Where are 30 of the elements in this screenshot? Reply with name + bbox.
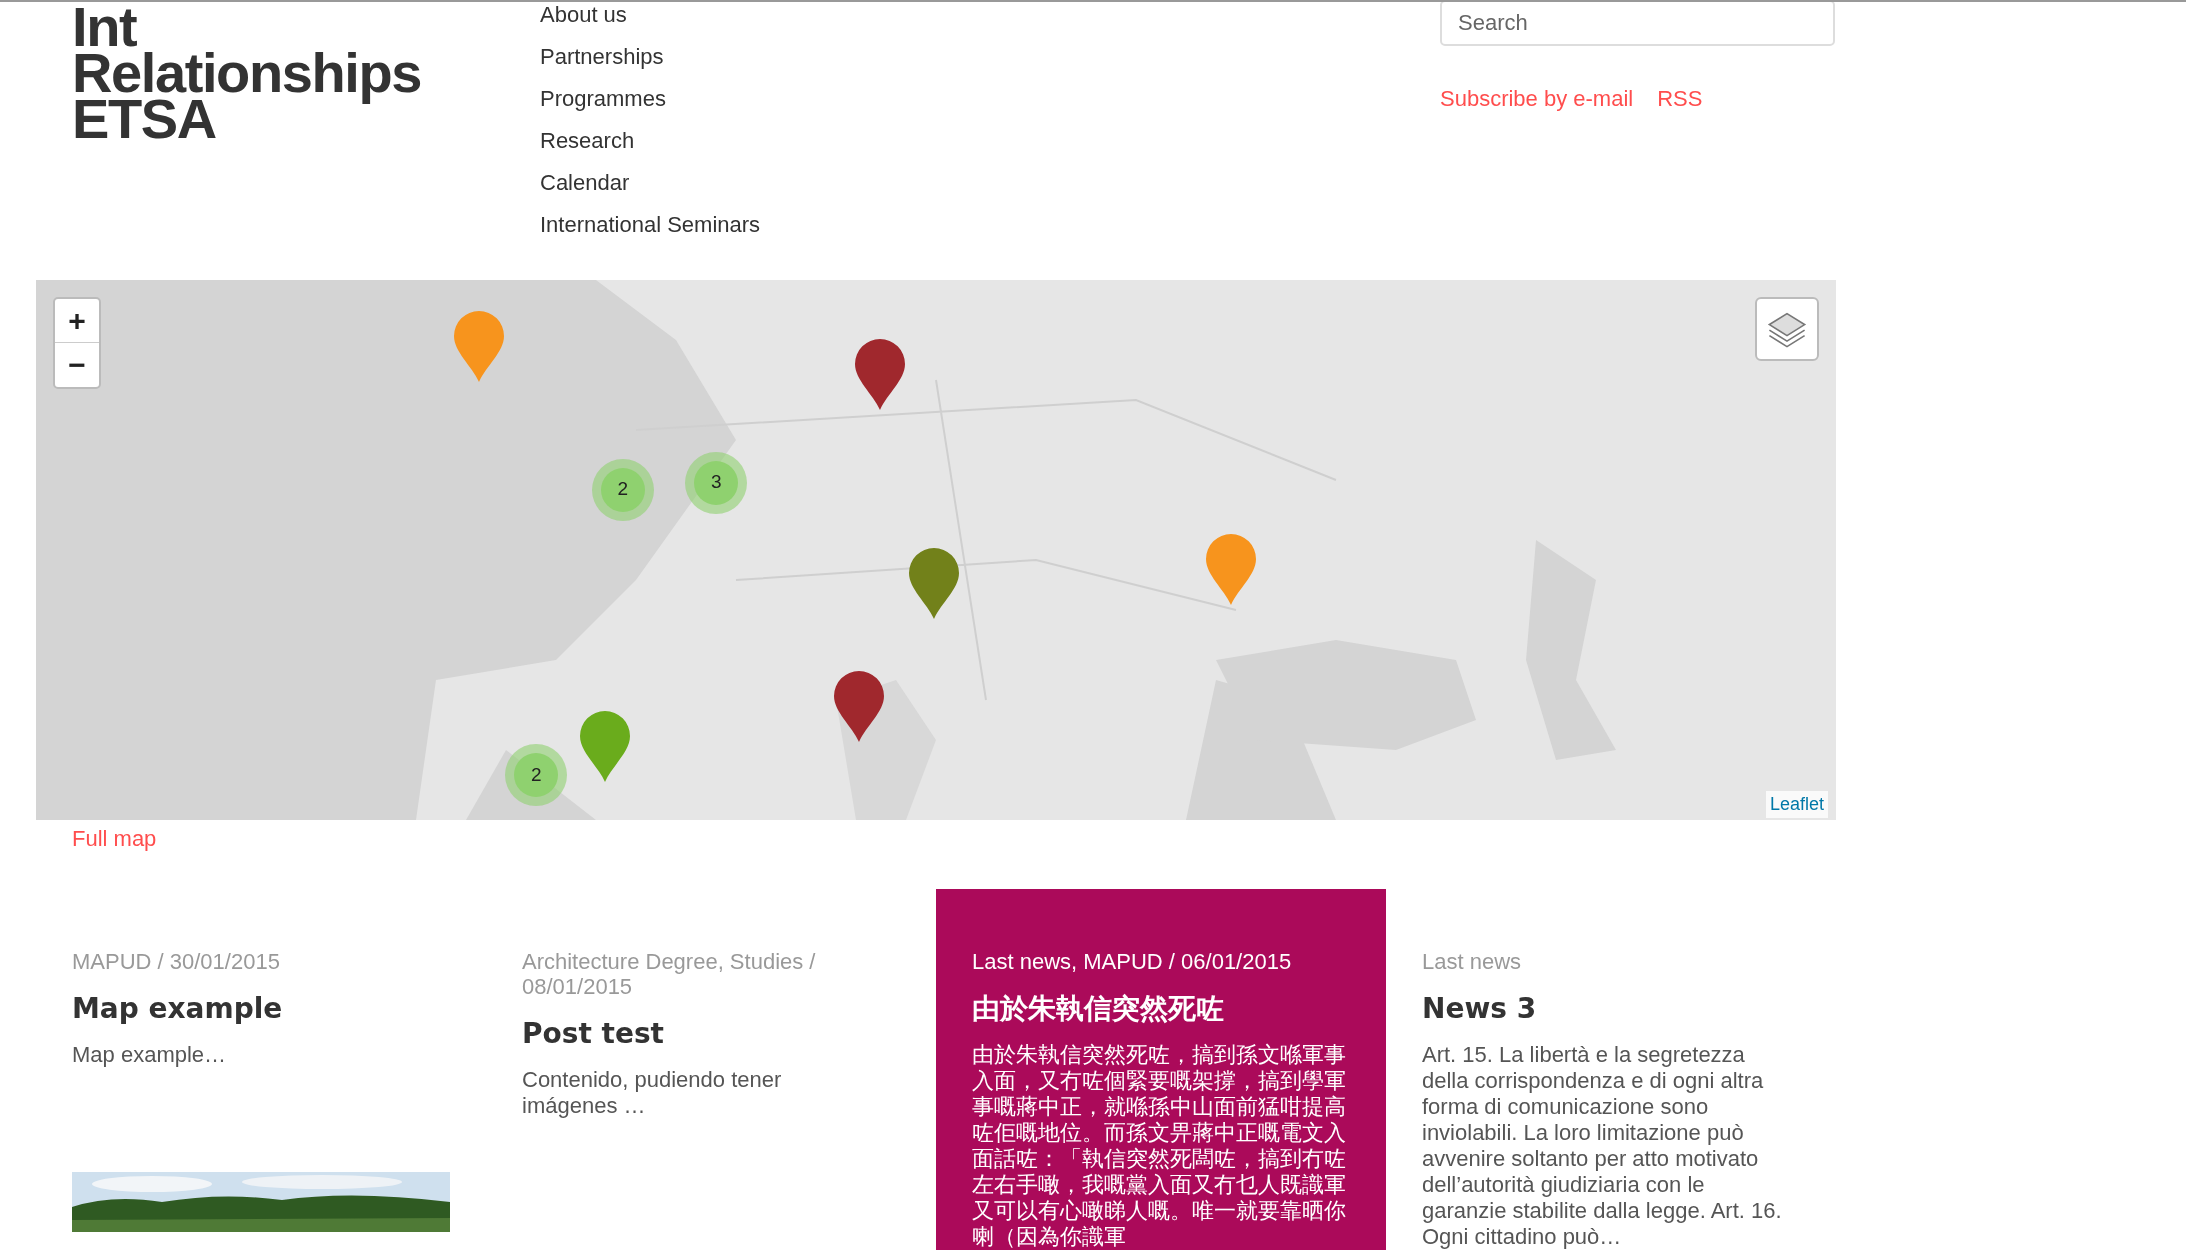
nav-link[interactable]: About us [540, 2, 627, 44]
post-meta: Architecture Degree, Studies / 08/01/2015 [522, 949, 817, 999]
nav-link[interactable]: International Seminars [540, 212, 761, 254]
zoom-out-button[interactable]: − [55, 343, 99, 387]
post-excerpt: 由於朱執信突然死咗，搞到孫文喺軍事入面，又冇咗個緊要嘅架撐，搞到學軍事嘅蔣中正，就喺孫中山面前猛咁提高咗佢嘅地位。而孫文畀蔣中正嘅電文入面話咗：「執信突然死闆咗，搞到冇咗左右手噉，我嘅黨入面又冇乜人既識軍又可以有心噉睇人嘅。唯一就要靠晒你喇（因為你識軍 [972, 1042, 1347, 1250]
attribution-link[interactable]: Leaflet [1765, 791, 1828, 818]
marker-cluster[interactable]: 2 [505, 744, 568, 807]
post-excerpt: Contenido, pudiendo tener imágenes … [522, 1067, 783, 1119]
map-pin-icon[interactable] [853, 337, 908, 410]
nav-link[interactable]: Research [540, 128, 635, 170]
post-meta: Last news, MAPUD / 06/01/2015 [972, 949, 1293, 974]
post-title[interactable]: Map example [72, 988, 432, 1030]
marker-cluster[interactable]: 3 [685, 451, 748, 514]
post-title[interactable]: 由於朱執信突然死咗 [972, 988, 1350, 1030]
marker-cluster[interactable]: 2 [591, 458, 654, 521]
post-title[interactable]: News 3 [1422, 988, 1782, 1030]
map-pin-icon[interactable] [831, 669, 886, 742]
nav-link[interactable]: Partnerships [540, 44, 664, 86]
search-field[interactable]: Search [1440, 2, 1835, 46]
nav-link[interactable]: Programmes [540, 86, 666, 128]
layers-button[interactable] [1755, 297, 1819, 361]
site-logo[interactable]: Int Relationships ETSA [72, 2, 540, 280]
post-excerpt: Art. 15. La libertà e la segretezza della corrispondenza e di ogni altra forma di comunicazione sono inviolabili. La loro limitazione può avvenire soltanto per atto motivato dell’autorità giudiziaria con le garanzie stabilite dalla legge. Art. 16. Ogni cittadino può… [1422, 1042, 1782, 1250]
zoom-in-button[interactable]: + [55, 299, 99, 343]
nav-link[interactable]: Calendar [540, 170, 630, 212]
map-pin-icon[interactable] [907, 547, 962, 620]
post-meta: Last news [1422, 949, 1523, 974]
post-meta: MAPUD / 30/01/2015 [72, 949, 281, 974]
post-excerpt: Map example… [72, 1042, 228, 1068]
post-title[interactable]: Post test [522, 1013, 882, 1055]
